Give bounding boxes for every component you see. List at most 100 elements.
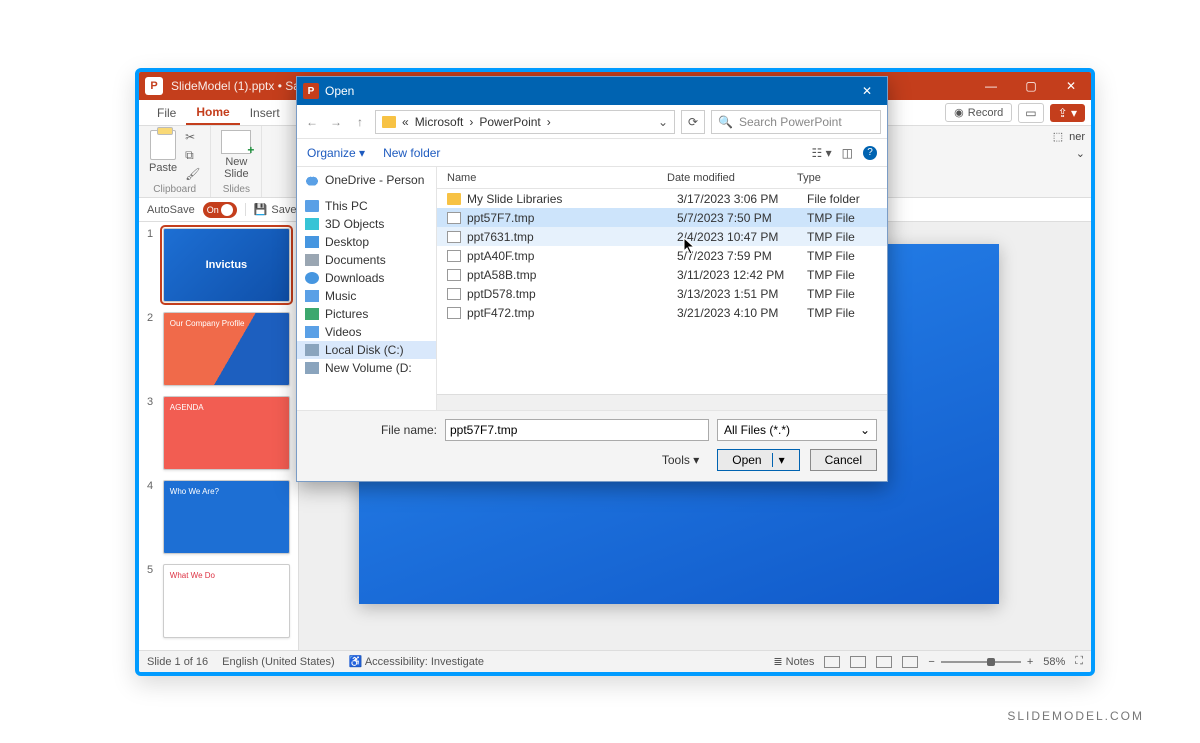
- thumb-1[interactable]: Invictus: [163, 228, 290, 302]
- file-name-input[interactable]: [445, 419, 709, 441]
- horizontal-scrollbar[interactable]: [437, 394, 887, 410]
- tools-menu[interactable]: Tools ▾: [662, 453, 699, 467]
- file-type: TMP File: [807, 230, 887, 244]
- autosave-toggle[interactable]: On: [203, 202, 237, 218]
- file-name: ppt57F7.tmp: [467, 211, 677, 225]
- tree-pictures[interactable]: Pictures: [297, 305, 436, 323]
- breadcrumb[interactable]: « Microsoft › PowerPoint › ⌄: [375, 110, 675, 134]
- record-button[interactable]: ◉ Record: [945, 103, 1012, 122]
- format-painter-icon[interactable]: 🖌: [185, 167, 200, 181]
- thumb-1-title: Invictus: [206, 259, 248, 271]
- powerpoint-icon: P: [145, 77, 163, 95]
- clipboard-icon: [150, 130, 176, 160]
- autosave-state: On: [207, 202, 219, 218]
- designer-row[interactable]: ⬚ ner: [1053, 130, 1085, 143]
- file-row[interactable]: ppt7631.tmp2/4/2023 10:47 PMTMP File: [437, 227, 887, 246]
- ribbon-collapse[interactable]: ⌄: [1053, 147, 1085, 160]
- nav-back-icon[interactable]: ←: [303, 115, 321, 129]
- paste-button[interactable]: Paste: [149, 130, 177, 174]
- crumb-powerpoint[interactable]: PowerPoint: [479, 115, 540, 129]
- thumb-4[interactable]: Who We Are?: [163, 480, 290, 554]
- file-icon: [447, 307, 461, 319]
- thumb-5[interactable]: What We Do: [163, 564, 290, 638]
- search-input[interactable]: 🔍 Search PowerPoint: [711, 110, 881, 134]
- notes-button[interactable]: ≣ Notes: [773, 655, 814, 668]
- group-clipboard-label: Clipboard: [153, 184, 196, 195]
- tree-downloads[interactable]: Downloads: [297, 269, 436, 287]
- close-button[interactable]: ✕: [1051, 72, 1091, 100]
- share-button[interactable]: ⇪ ▾: [1050, 104, 1085, 122]
- nav-up-icon[interactable]: ↑: [351, 115, 369, 129]
- zoom-value: 58%: [1043, 656, 1065, 668]
- cancel-button[interactable]: Cancel: [810, 449, 877, 471]
- save-button[interactable]: 💾 Save: [245, 203, 297, 216]
- file-row[interactable]: ppt57F7.tmp5/7/2023 7:50 PMTMP File: [437, 208, 887, 227]
- file-row[interactable]: pptA58B.tmp3/11/2023 12:42 PMTMP File: [437, 265, 887, 284]
- thumb-3[interactable]: AGENDA: [163, 396, 290, 470]
- file-header[interactable]: Name Date modified Type: [437, 167, 887, 189]
- maximize-button[interactable]: ▢: [1011, 72, 1051, 100]
- file-type: TMP File: [807, 211, 887, 225]
- chevron-down-icon[interactable]: ⌄: [658, 115, 668, 129]
- fit-icon[interactable]: ⛶: [1075, 655, 1083, 668]
- file-row[interactable]: pptA40F.tmp5/7/2023 7:59 PMTMP File: [437, 246, 887, 265]
- organize-button[interactable]: Organize ▾: [307, 146, 365, 160]
- view-mode-button[interactable]: ☷ ▾: [812, 146, 832, 160]
- tab-file[interactable]: File: [147, 100, 186, 125]
- file-date: 3/11/2023 12:42 PM: [677, 268, 807, 282]
- new-folder-button[interactable]: New folder: [383, 146, 440, 160]
- tree-desktop[interactable]: Desktop: [297, 233, 436, 251]
- copy-icon[interactable]: ⧉: [185, 148, 200, 163]
- open-button[interactable]: Open▾: [717, 449, 799, 471]
- tree-local-disk-c[interactable]: Local Disk (C:): [297, 341, 436, 359]
- col-type[interactable]: Type: [797, 172, 887, 184]
- file-type: File folder: [807, 192, 887, 206]
- file-row[interactable]: pptF472.tmp3/21/2023 4:10 PMTMP File: [437, 303, 887, 322]
- crumb-microsoft[interactable]: Microsoft: [415, 115, 464, 129]
- folder-icon: [447, 193, 461, 205]
- dialog-toolbar: Organize ▾ New folder ☷ ▾ ◫ ?: [297, 139, 887, 167]
- file-name: My Slide Libraries: [467, 192, 677, 206]
- dialog-close-button[interactable]: ✕: [847, 77, 887, 105]
- file-icon: [447, 231, 461, 243]
- file-icon: [447, 250, 461, 262]
- cut-icon[interactable]: ✂: [185, 130, 200, 144]
- thumb-2[interactable]: Our Company Profile: [163, 312, 290, 386]
- nav-forward-icon[interactable]: →: [327, 115, 345, 129]
- minimize-button[interactable]: —: [971, 72, 1011, 100]
- view-sorter-icon[interactable]: [850, 656, 866, 668]
- dialog-nav: ← → ↑ « Microsoft › PowerPoint › ⌄ ⟳ 🔍 S…: [297, 105, 887, 139]
- tree-this-pc[interactable]: This PC: [297, 197, 436, 215]
- status-lang[interactable]: English (United States): [222, 656, 335, 668]
- preview-pane-button[interactable]: ◫: [842, 146, 853, 160]
- tree-new-volume-d[interactable]: New Volume (D:: [297, 359, 436, 377]
- present-button[interactable]: ▭: [1018, 103, 1043, 123]
- tree-3d-objects[interactable]: 3D Objects: [297, 215, 436, 233]
- view-normal-icon[interactable]: [824, 656, 840, 668]
- new-slide-button[interactable]: New Slide: [221, 130, 251, 180]
- tab-insert[interactable]: Insert: [240, 100, 290, 125]
- col-date[interactable]: Date modified: [667, 172, 797, 184]
- watermark: SLIDEMODEL.COM: [1007, 709, 1144, 723]
- tree-onedrive[interactable]: OneDrive - Person: [297, 171, 436, 189]
- thumb-3-title: AGENDA: [170, 403, 204, 412]
- view-slideshow-icon[interactable]: [902, 656, 918, 668]
- file-type: TMP File: [807, 306, 887, 320]
- status-accessibility[interactable]: ♿ Accessibility: Investigate: [349, 655, 484, 668]
- file-type: TMP File: [807, 249, 887, 263]
- save-label: Save: [271, 204, 296, 216]
- folder-icon: [382, 116, 396, 128]
- tab-home[interactable]: Home: [186, 100, 239, 125]
- tree-videos[interactable]: Videos: [297, 323, 436, 341]
- file-date: 3/13/2023 1:51 PM: [677, 287, 807, 301]
- refresh-button[interactable]: ⟳: [681, 110, 705, 134]
- view-reading-icon[interactable]: [876, 656, 892, 668]
- file-row[interactable]: My Slide Libraries3/17/2023 3:06 PMFile …: [437, 189, 887, 208]
- tree-documents[interactable]: Documents: [297, 251, 436, 269]
- file-type-filter[interactable]: All Files (*.*)⌄: [717, 419, 877, 441]
- file-row[interactable]: pptD578.tmp3/13/2023 1:51 PMTMP File: [437, 284, 887, 303]
- help-icon[interactable]: ?: [863, 146, 877, 160]
- tree-music[interactable]: Music: [297, 287, 436, 305]
- zoom-control[interactable]: − +: [928, 656, 1033, 668]
- col-name[interactable]: Name: [437, 172, 667, 184]
